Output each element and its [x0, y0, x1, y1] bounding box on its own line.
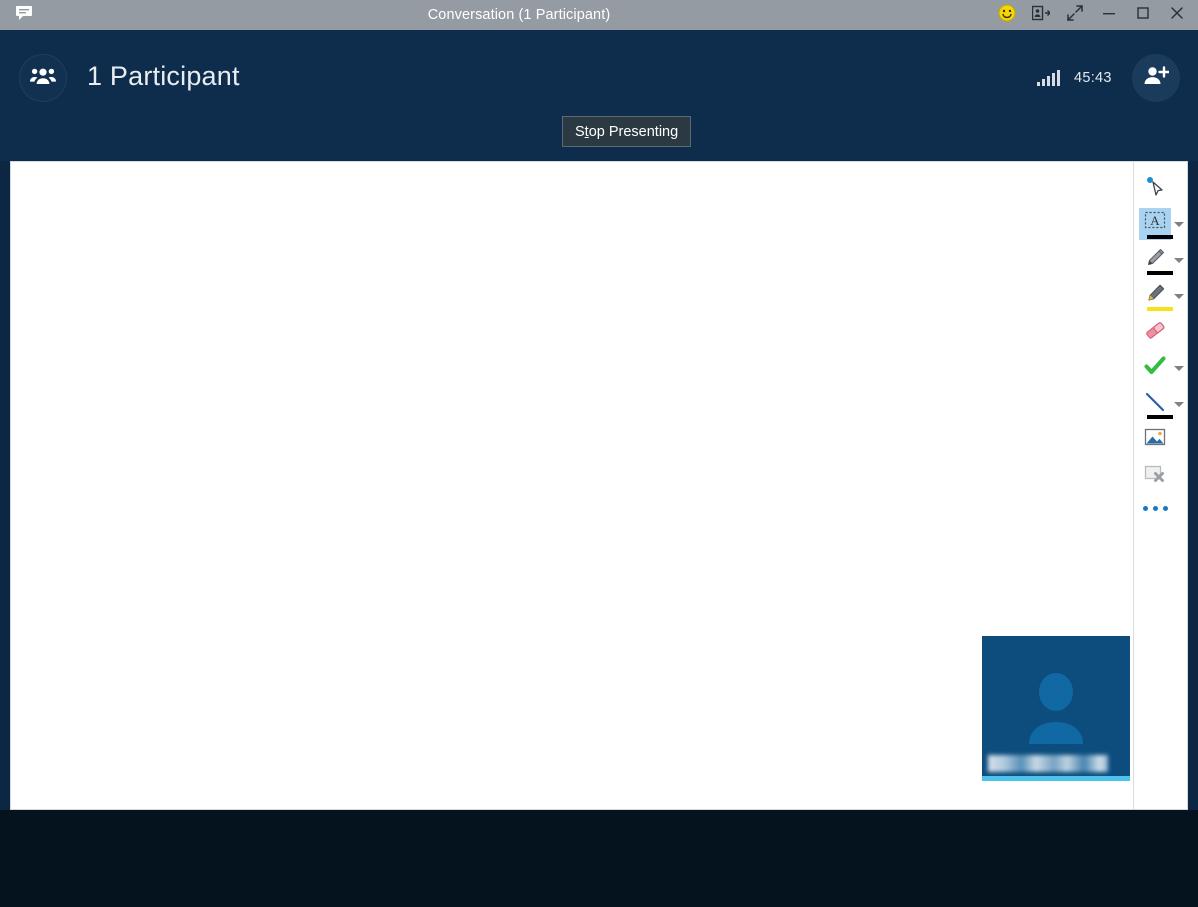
person-silhouette-icon	[1018, 668, 1094, 749]
app-icon-container	[0, 0, 48, 30]
annotation-row-eraser	[1134, 314, 1187, 350]
three-dots-icon	[1152, 505, 1158, 511]
window-controls	[990, 0, 1198, 30]
shared-screen-canvas[interactable]	[11, 162, 1133, 809]
annotation-row-delete	[1134, 458, 1187, 494]
three-dots-icon	[1162, 505, 1168, 511]
eraser-icon	[1143, 318, 1167, 347]
text-tool-dropdown[interactable]	[1173, 218, 1185, 230]
laser-pointer-tool[interactable]	[1139, 172, 1171, 204]
annotation-row-laser	[1134, 170, 1187, 206]
window-title: Conversation (1 Participant)	[427, 7, 611, 23]
delete-slide-icon	[1143, 462, 1167, 491]
text-tool[interactable]: A	[1139, 208, 1173, 240]
minimize-icon	[1101, 5, 1117, 26]
contact-card-icon	[1031, 5, 1051, 26]
call-timer: 45:43	[1074, 70, 1112, 86]
stop-presenting-label: op Presenting	[588, 123, 679, 140]
chevron-down-icon	[1174, 401, 1184, 407]
speaking-indicator	[982, 776, 1130, 781]
maximize-icon	[1135, 5, 1151, 26]
close-button[interactable]	[1160, 0, 1194, 30]
pop-in-button[interactable]	[1024, 0, 1058, 30]
chevron-down-icon	[1174, 221, 1184, 227]
smiley-icon	[998, 4, 1016, 27]
annotation-row-picture	[1134, 422, 1187, 458]
annotation-row-stamp	[1134, 350, 1187, 386]
video-display-name	[988, 755, 1108, 772]
presentation-stage: A	[10, 161, 1188, 810]
maximize-button[interactable]	[1126, 0, 1160, 30]
line-tool[interactable]	[1139, 388, 1173, 420]
laser-pointer-icon	[1143, 174, 1167, 203]
stamp-tool-dropdown[interactable]	[1173, 362, 1185, 374]
add-participant-button[interactable]	[1132, 54, 1180, 102]
annotation-row-more	[1134, 494, 1187, 530]
stop-presenting-button[interactable]: St op Presenting	[562, 116, 692, 147]
annotation-toolbar: A	[1134, 162, 1187, 809]
highlighter-tool-dropdown[interactable]	[1173, 290, 1185, 302]
annotation-row-text: A	[1134, 206, 1187, 242]
participants-avatar[interactable]	[19, 54, 67, 102]
skype-conversation-window: Conversation (1 Participant) 1 Participa…	[0, 0, 1198, 907]
chevron-down-icon	[1174, 365, 1184, 371]
page-title: 1 Participant	[87, 61, 240, 91]
expand-diagonal-icon	[1066, 4, 1084, 27]
annotation-row-line	[1134, 386, 1187, 422]
more-annotation-tools[interactable]	[1139, 498, 1171, 518]
call-controls-bar	[0, 810, 1198, 907]
annotation-row-highlighter	[1134, 278, 1187, 314]
picture-icon	[1143, 426, 1167, 455]
chevron-down-icon	[1174, 293, 1184, 299]
delete-annotation-tool[interactable]	[1139, 460, 1171, 492]
header-right-controls: 45:43	[1037, 54, 1180, 102]
annotation-row-pen	[1134, 242, 1187, 278]
text-color-swatch	[1147, 235, 1173, 239]
highlighter-color-swatch	[1147, 307, 1173, 311]
stamp-tool[interactable]	[1139, 352, 1171, 384]
close-icon	[1169, 5, 1185, 26]
line-color-swatch	[1147, 415, 1173, 419]
stop-presenting-accel: S	[575, 123, 585, 140]
insert-picture-tool[interactable]	[1139, 424, 1171, 456]
emoticon-button[interactable]	[990, 0, 1024, 30]
people-group-icon	[30, 66, 56, 91]
pen-tool[interactable]	[1139, 244, 1173, 276]
svg-text:A: A	[1150, 213, 1160, 228]
highlighter-tool[interactable]	[1139, 280, 1173, 312]
title-bar: Conversation (1 Participant)	[0, 0, 1198, 30]
check-stamp-icon	[1143, 354, 1167, 383]
minimize-button[interactable]	[1092, 0, 1126, 30]
full-screen-button[interactable]	[1058, 0, 1092, 30]
line-tool-dropdown[interactable]	[1173, 398, 1185, 410]
signal-bars-icon	[1037, 70, 1060, 86]
chat-bubble-icon	[14, 3, 34, 28]
self-video-thumbnail[interactable]	[982, 636, 1130, 781]
pen-tool-dropdown[interactable]	[1173, 254, 1185, 266]
pen-color-swatch	[1147, 271, 1173, 275]
eraser-tool[interactable]	[1139, 316, 1171, 348]
add-person-icon	[1143, 65, 1170, 92]
chevron-down-icon	[1174, 257, 1184, 263]
three-dots-icon	[1142, 505, 1148, 511]
